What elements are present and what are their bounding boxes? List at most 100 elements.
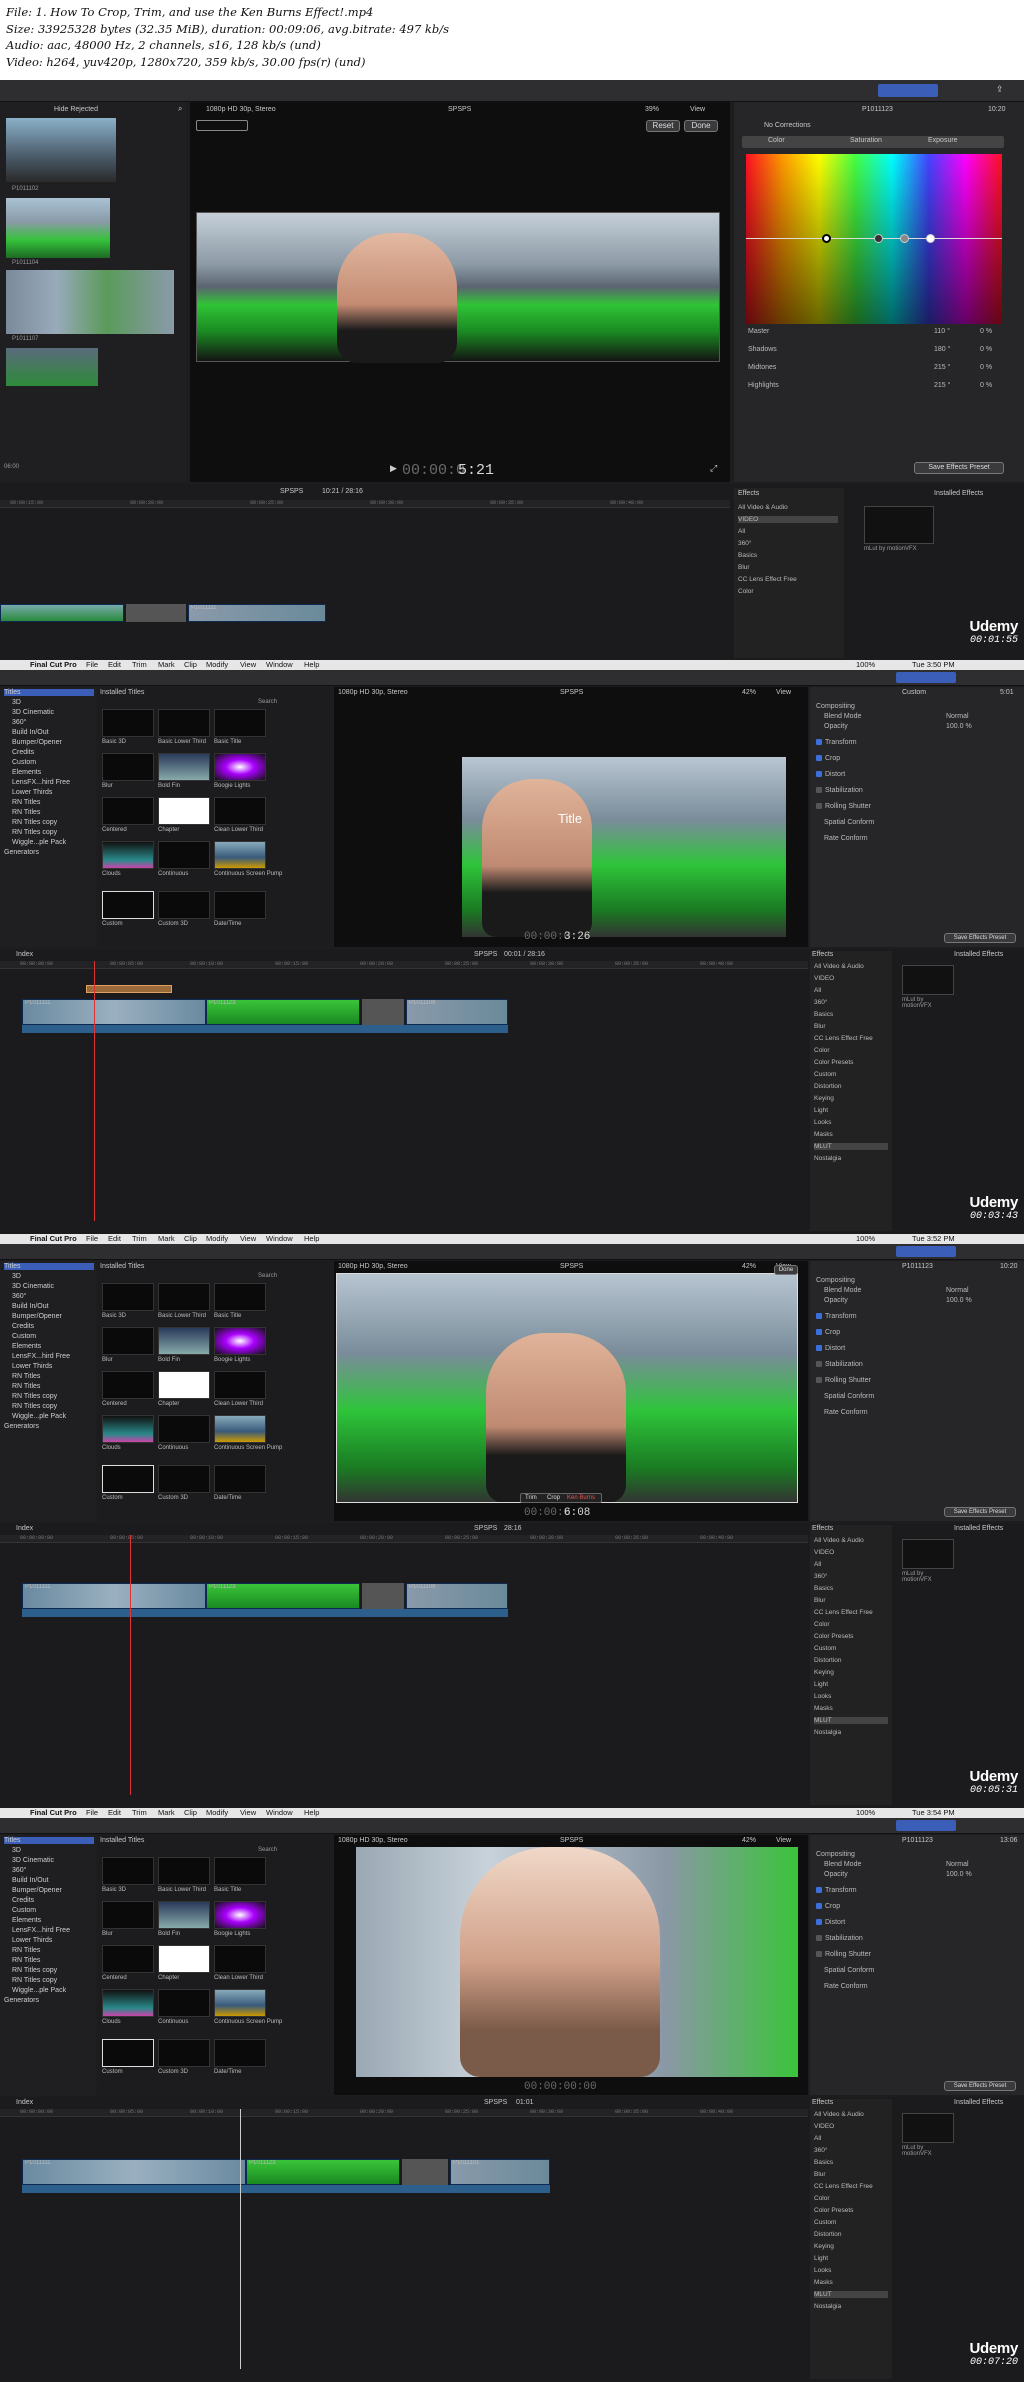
transform-item[interactable]: Transform	[825, 1887, 857, 1894]
fx-cat[interactable]: All Video & Audio	[814, 1537, 864, 1544]
fx-cat[interactable]: Custom	[814, 1645, 836, 1652]
menu-clip[interactable]: Clip	[184, 660, 197, 669]
master-value[interactable]: 110 °	[934, 328, 950, 335]
highlights-puck[interactable]	[926, 234, 935, 243]
cat-elements[interactable]: Elements	[12, 769, 41, 776]
fx-cat-mlut[interactable]: MLUT	[814, 2291, 888, 2298]
fx-cat-mlut[interactable]: MLUT	[814, 1717, 888, 1724]
cat-3d-cinematic[interactable]: 3D Cinematic	[12, 709, 54, 716]
timeline-clip-1[interactable]: P1011111	[22, 999, 206, 1025]
cat-rn-titles-2[interactable]: RN Titles	[12, 809, 40, 816]
mlut-thumbnail[interactable]	[902, 1539, 954, 1569]
fx-cat[interactable]: VIDEO	[814, 975, 834, 982]
clip-thumb-1[interactable]	[6, 118, 116, 182]
fx-cat[interactable]: Basics	[814, 1585, 833, 1592]
cat-build[interactable]: Build In/Out	[12, 1877, 49, 1884]
cat-rn-titles[interactable]: RN Titles	[12, 1947, 40, 1954]
menu-app[interactable]: Final Cut Pro	[30, 1234, 77, 1243]
cat-credits[interactable]: Credits	[12, 749, 34, 756]
effects-cat-blur[interactable]: Blur	[738, 564, 750, 571]
menu-view[interactable]: View	[240, 1234, 256, 1243]
cat-360[interactable]: 360°	[12, 1867, 26, 1874]
save-effects-preset-button[interactable]: Save Effects Preset	[944, 933, 1016, 943]
menu-mark[interactable]: Mark	[158, 660, 175, 669]
fx-cat[interactable]: Custom	[814, 2219, 836, 2226]
timeline-clip-1[interactable]: P1011111	[22, 1583, 206, 1609]
cat-wiggle[interactable]: Wiggle...ple Pack	[12, 1987, 66, 1994]
cat-lensfx[interactable]: LensFX...hird Free	[12, 1353, 70, 1360]
fx-cat[interactable]: Blur	[814, 1023, 826, 1030]
cat-elements[interactable]: Elements	[12, 1343, 41, 1350]
master-pct[interactable]: 0 %	[980, 328, 992, 335]
fx-cat[interactable]: CC Lens Effect Free	[814, 1609, 873, 1616]
menu-view[interactable]: View	[240, 1808, 256, 1817]
stabilization-item[interactable]: Stabilization	[825, 1935, 863, 1942]
fx-cat[interactable]: Nostalgia	[814, 1729, 841, 1736]
done-button[interactable]: Done	[774, 1265, 798, 1275]
corrections-menu[interactable]: No Corrections	[764, 122, 811, 129]
transform-item[interactable]: Transform	[825, 1313, 857, 1320]
crop-mode-buttons[interactable]	[196, 120, 248, 131]
stabilization-item[interactable]: Stabilization	[825, 787, 863, 794]
fx-cat[interactable]: Keying	[814, 1095, 834, 1102]
menu-edit[interactable]: Edit	[108, 1808, 121, 1817]
menu-trim[interactable]: Trim	[132, 1808, 147, 1817]
cat-wiggle[interactable]: Wiggle...ple Pack	[12, 839, 66, 846]
clip-thumb-3[interactable]	[6, 270, 174, 334]
crop-handles[interactable]	[336, 1273, 798, 1503]
blend-mode-value[interactable]: Normal	[946, 1287, 969, 1294]
cat-rn-titles[interactable]: RN Titles	[12, 1373, 40, 1380]
fx-cat[interactable]: Color Presets	[814, 1633, 853, 1640]
menu-window[interactable]: Window	[266, 660, 293, 669]
crop-item[interactable]: Crop	[825, 1329, 840, 1336]
index-button[interactable]: Index	[16, 1525, 33, 1532]
fx-cat[interactable]: VIDEO	[814, 1549, 834, 1556]
fx-cat[interactable]: All Video & Audio	[814, 963, 864, 970]
menu-window[interactable]: Window	[266, 1234, 293, 1243]
effects-cat-all-va[interactable]: All Video & Audio	[738, 504, 788, 511]
fx-cat[interactable]: Basics	[814, 2159, 833, 2166]
timeline-clip-1[interactable]: P1011111	[22, 2159, 246, 2185]
mlut-thumbnail[interactable]	[864, 506, 934, 544]
cat-generators[interactable]: Generators	[4, 849, 39, 856]
fx-cat[interactable]: Masks	[814, 1705, 833, 1712]
cat-lensfx[interactable]: LensFX...hird Free	[12, 1927, 70, 1934]
cat-rn-copy[interactable]: RN Titles copy	[12, 819, 57, 826]
cat-titles[interactable]: Titles	[4, 1263, 94, 1270]
cat-rn-copy-2[interactable]: RN Titles copy	[12, 1977, 57, 1984]
cat-lower-thirds[interactable]: Lower Thirds	[12, 1363, 52, 1370]
cat-lower-thirds[interactable]: Lower Thirds	[12, 1937, 52, 1944]
cat-build[interactable]: Build In/Out	[12, 1303, 49, 1310]
menu-app[interactable]: Final Cut Pro	[30, 1808, 77, 1817]
menu-edit[interactable]: Edit	[108, 660, 121, 669]
fx-cat[interactable]: Light	[814, 1107, 828, 1114]
fx-cat[interactable]: Looks	[814, 1119, 831, 1126]
rate-conform-item[interactable]: Rate Conform	[824, 835, 868, 842]
cat-lensfx[interactable]: LensFX...hird Free	[12, 779, 70, 786]
playhead[interactable]	[94, 961, 95, 1221]
timeline-ruler[interactable]: 00:00:00:00 00:00:05:00 00:00:10:00 00:00:1…	[0, 2109, 808, 2117]
audio-track[interactable]	[22, 1609, 508, 1617]
fx-cat[interactable]: 360°	[814, 999, 827, 1006]
menu-trim[interactable]: Trim	[132, 1234, 147, 1243]
effects-cat-basics[interactable]: Basics	[738, 552, 757, 559]
mlut-thumbnail[interactable]	[902, 2113, 954, 2143]
browser-filter[interactable]: Hide Rejected	[54, 106, 98, 113]
timeline-clip-2[interactable]: P1011111	[188, 604, 326, 622]
timeline-clip-2[interactable]: P1011123	[246, 2159, 400, 2185]
rolling-shutter-item[interactable]: Rolling Shutter	[825, 1951, 871, 1958]
menu-view[interactable]: View	[240, 660, 256, 669]
search-field[interactable]: Search	[258, 699, 277, 705]
fx-cat[interactable]: Custom	[814, 1071, 836, 1078]
cat-elements[interactable]: Elements	[12, 1917, 41, 1924]
midtones-value[interactable]: 215 °	[934, 364, 950, 371]
menu-app[interactable]: Final Cut Pro	[30, 660, 77, 669]
color-board[interactable]	[746, 154, 1002, 324]
cat-custom[interactable]: Custom	[12, 759, 36, 766]
effects-cat-all[interactable]: All	[738, 528, 745, 535]
index-button[interactable]: Index	[16, 2099, 33, 2106]
fx-cat[interactable]: Distortion	[814, 2231, 841, 2238]
clip-thumb-4[interactable]	[6, 348, 98, 386]
fx-cat[interactable]: Light	[814, 2255, 828, 2262]
view-menu[interactable]: View	[776, 1837, 791, 1844]
